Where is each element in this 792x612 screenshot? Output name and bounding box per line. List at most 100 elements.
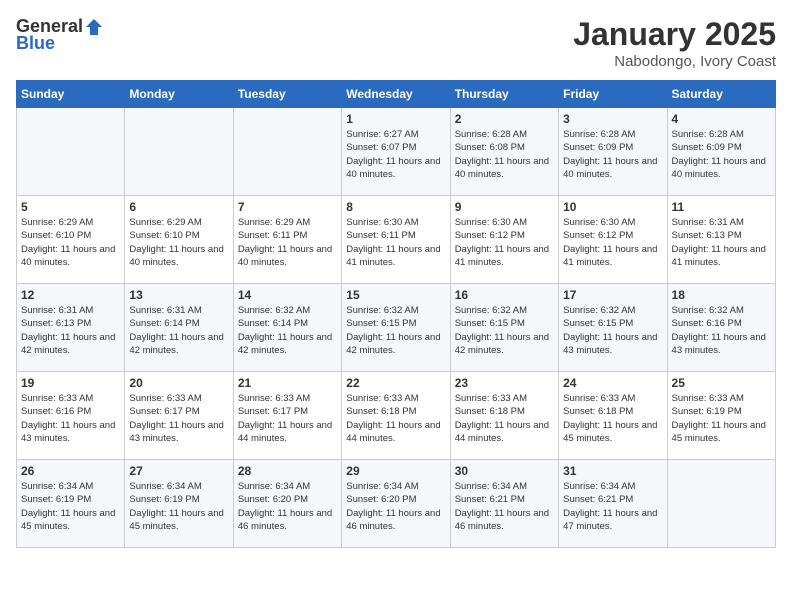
day-info: Sunrise: 6:33 AMSunset: 6:18 PMDaylight:… <box>563 392 662 445</box>
day-info: Sunrise: 6:31 AMSunset: 6:13 PMDaylight:… <box>21 304 120 357</box>
day-info: Sunrise: 6:28 AMSunset: 6:09 PMDaylight:… <box>672 128 771 181</box>
calendar-cell: 6Sunrise: 6:29 AMSunset: 6:10 PMDaylight… <box>125 196 233 284</box>
day-info: Sunrise: 6:33 AMSunset: 6:17 PMDaylight:… <box>129 392 228 445</box>
day-info: Sunrise: 6:30 AMSunset: 6:12 PMDaylight:… <box>563 216 662 269</box>
week-row-1: 1 Sunrise: 6:27 AMSunset: 6:07 PMDaylight… <box>17 108 776 196</box>
calendar-cell: 23Sunrise: 6:33 AMSunset: 6:18 PMDayligh… <box>450 372 558 460</box>
header: General Blue January 2025 Nabodongo, Ivo… <box>16 16 776 70</box>
calendar-cell: 31 Sunrise: 6:34 AMSunset: 6:21 PMDayligh… <box>559 460 667 548</box>
day-info: Sunrise: 6:29 AMSunset: 6:11 PMDaylight:… <box>238 216 337 269</box>
day-number: 19 <box>21 376 120 390</box>
day-info: Sunrise: 6:33 AMSunset: 6:17 PMDaylight:… <box>238 392 337 445</box>
day-number: 26 <box>21 464 120 478</box>
day-info: Sunrise: 6:32 AMSunset: 6:15 PMDaylight:… <box>455 304 554 357</box>
day-number: 16 <box>455 288 554 302</box>
calendar-cell: 4 Sunrise: 6:28 AMSunset: 6:09 PMDaylight… <box>667 108 775 196</box>
day-number: 20 <box>129 376 228 390</box>
day-info: Sunrise: 6:32 AMSunset: 6:15 PMDaylight:… <box>563 304 662 357</box>
calendar-cell: 13 Sunrise: 6:31 AMSunset: 6:14 PMDayligh… <box>125 284 233 372</box>
day-header-wednesday: Wednesday <box>342 81 450 108</box>
week-row-5: 26 Sunrise: 6:34 AMSunset: 6:19 PMDayligh… <box>17 460 776 548</box>
calendar-cell: 25 Sunrise: 6:33 AMSunset: 6:19 PMDayligh… <box>667 372 775 460</box>
day-info: Sunrise: 6:33 AMSunset: 6:16 PMDaylight:… <box>21 392 120 445</box>
calendar-table: SundayMondayTuesdayWednesdayThursdayFrid… <box>16 80 776 548</box>
day-number: 25 <box>672 376 771 390</box>
calendar-cell <box>17 108 125 196</box>
week-row-2: 5 Sunrise: 6:29 AMSunset: 6:10 PMDaylight… <box>17 196 776 284</box>
day-number: 5 <box>21 200 120 214</box>
week-row-3: 12 Sunrise: 6:31 AMSunset: 6:13 PMDayligh… <box>17 284 776 372</box>
calendar-cell: 16 Sunrise: 6:32 AMSunset: 6:15 PMDayligh… <box>450 284 558 372</box>
day-info: Sunrise: 6:32 AMSunset: 6:14 PMDaylight:… <box>238 304 337 357</box>
day-info: Sunrise: 6:33 AMSunset: 6:18 PMDaylight:… <box>346 392 445 445</box>
day-info: Sunrise: 6:29 AMSunset: 6:10 PMDaylight:… <box>21 216 120 269</box>
header-row: SundayMondayTuesdayWednesdayThursdayFrid… <box>17 81 776 108</box>
day-info: Sunrise: 6:34 AMSunset: 6:20 PMDaylight:… <box>238 480 337 533</box>
week-row-4: 19 Sunrise: 6:33 AMSunset: 6:16 PMDayligh… <box>17 372 776 460</box>
calendar-cell: 8Sunrise: 6:30 AMSunset: 6:11 PMDaylight… <box>342 196 450 284</box>
day-number: 23 <box>455 376 554 390</box>
calendar-cell: 22 Sunrise: 6:33 AMSunset: 6:18 PMDayligh… <box>342 372 450 460</box>
day-number: 15 <box>346 288 445 302</box>
day-number: 21 <box>238 376 337 390</box>
calendar-cell: 27Sunrise: 6:34 AMSunset: 6:19 PMDayligh… <box>125 460 233 548</box>
day-header-friday: Friday <box>559 81 667 108</box>
day-number: 22 <box>346 376 445 390</box>
day-number: 12 <box>21 288 120 302</box>
day-number: 2 <box>455 112 554 126</box>
day-number: 1 <box>346 112 445 126</box>
calendar-cell: 7Sunrise: 6:29 AMSunset: 6:11 PMDaylight… <box>233 196 341 284</box>
day-info: Sunrise: 6:27 AMSunset: 6:07 PMDaylight:… <box>346 128 445 181</box>
day-number: 31 <box>563 464 662 478</box>
subtitle: Nabodongo, Ivory Coast <box>573 53 776 70</box>
calendar-cell: 11 Sunrise: 6:31 AMSunset: 6:13 PMDayligh… <box>667 196 775 284</box>
day-header-monday: Monday <box>125 81 233 108</box>
day-info: Sunrise: 6:28 AMSunset: 6:08 PMDaylight:… <box>455 128 554 181</box>
calendar-cell: 30 Sunrise: 6:34 AMSunset: 6:21 PMDayligh… <box>450 460 558 548</box>
day-info: Sunrise: 6:28 AMSunset: 6:09 PMDaylight:… <box>563 128 662 181</box>
calendar-cell: 12 Sunrise: 6:31 AMSunset: 6:13 PMDayligh… <box>17 284 125 372</box>
day-header-sunday: Sunday <box>17 81 125 108</box>
calendar-cell <box>125 108 233 196</box>
title-area: January 2025 Nabodongo, Ivory Coast <box>573 16 776 70</box>
calendar-cell: 28 Sunrise: 6:34 AMSunset: 6:20 PMDayligh… <box>233 460 341 548</box>
day-info: Sunrise: 6:34 AMSunset: 6:19 PMDaylight:… <box>129 480 228 533</box>
day-number: 29 <box>346 464 445 478</box>
calendar-cell: 20 Sunrise: 6:33 AMSunset: 6:17 PMDayligh… <box>125 372 233 460</box>
day-header-tuesday: Tuesday <box>233 81 341 108</box>
day-info: Sunrise: 6:33 AMSunset: 6:19 PMDaylight:… <box>672 392 771 445</box>
calendar-cell: 29Sunrise: 6:34 AMSunset: 6:20 PMDayligh… <box>342 460 450 548</box>
calendar-cell: 24 Sunrise: 6:33 AMSunset: 6:18 PMDayligh… <box>559 372 667 460</box>
day-info: Sunrise: 6:31 AMSunset: 6:14 PMDaylight:… <box>129 304 228 357</box>
calendar-cell: 17Sunrise: 6:32 AMSunset: 6:15 PMDayligh… <box>559 284 667 372</box>
calendar-cell: 1 Sunrise: 6:27 AMSunset: 6:07 PMDaylight… <box>342 108 450 196</box>
day-number: 24 <box>563 376 662 390</box>
day-header-saturday: Saturday <box>667 81 775 108</box>
day-info: Sunrise: 6:34 AMSunset: 6:21 PMDaylight:… <box>455 480 554 533</box>
day-number: 11 <box>672 200 771 214</box>
day-number: 28 <box>238 464 337 478</box>
day-number: 9 <box>455 200 554 214</box>
calendar-cell: 15Sunrise: 6:32 AMSunset: 6:15 PMDayligh… <box>342 284 450 372</box>
day-info: Sunrise: 6:31 AMSunset: 6:13 PMDaylight:… <box>672 216 771 269</box>
day-info: Sunrise: 6:34 AMSunset: 6:19 PMDaylight:… <box>21 480 120 533</box>
logo: General Blue <box>16 16 105 54</box>
logo-blue: Blue <box>16 33 55 54</box>
day-number: 13 <box>129 288 228 302</box>
calendar-cell: 26 Sunrise: 6:34 AMSunset: 6:19 PMDayligh… <box>17 460 125 548</box>
day-header-thursday: Thursday <box>450 81 558 108</box>
day-number: 4 <box>672 112 771 126</box>
day-info: Sunrise: 6:32 AMSunset: 6:16 PMDaylight:… <box>672 304 771 357</box>
calendar-cell: 19 Sunrise: 6:33 AMSunset: 6:16 PMDayligh… <box>17 372 125 460</box>
day-number: 30 <box>455 464 554 478</box>
calendar-cell: 9Sunrise: 6:30 AMSunset: 6:12 PMDaylight… <box>450 196 558 284</box>
calendar-cell: 3Sunrise: 6:28 AMSunset: 6:09 PMDaylight… <box>559 108 667 196</box>
logo-icon <box>84 17 104 37</box>
month-title: January 2025 <box>573 16 776 53</box>
day-info: Sunrise: 6:34 AMSunset: 6:21 PMDaylight:… <box>563 480 662 533</box>
calendar-cell: 14Sunrise: 6:32 AMSunset: 6:14 PMDayligh… <box>233 284 341 372</box>
calendar-cell: 18Sunrise: 6:32 AMSunset: 6:16 PMDayligh… <box>667 284 775 372</box>
day-info: Sunrise: 6:30 AMSunset: 6:11 PMDaylight:… <box>346 216 445 269</box>
calendar-cell <box>667 460 775 548</box>
calendar-cell: 2 Sunrise: 6:28 AMSunset: 6:08 PMDaylight… <box>450 108 558 196</box>
